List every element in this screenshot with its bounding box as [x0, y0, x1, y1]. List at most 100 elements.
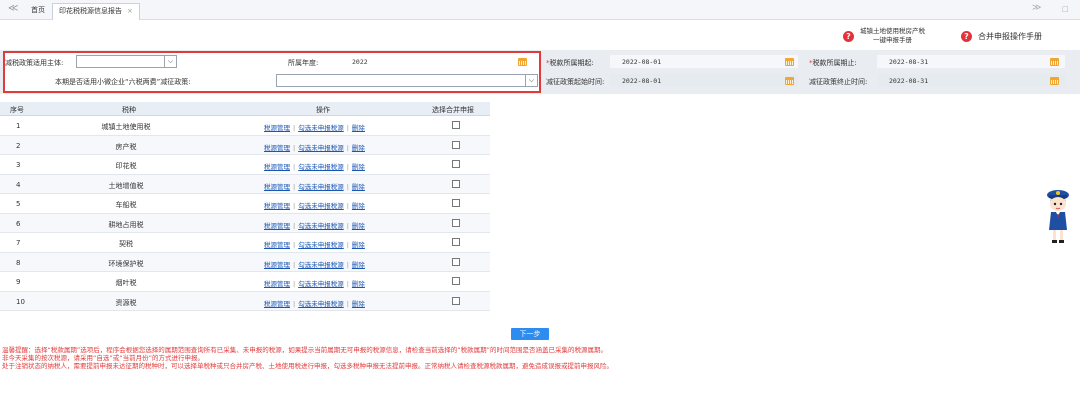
note-line: 处于注销状态的纳税人，需要提前申报未达征期的税种时，可以选择单税种或只合并房产税… [2, 362, 613, 370]
select-unfiled-sources-link[interactable]: 勾选未申报税源 [298, 280, 344, 288]
calendar-icon [785, 77, 794, 85]
merge-checkbox[interactable] [452, 121, 460, 129]
select-unfiled-sources-link[interactable]: 勾选未申报税源 [298, 261, 344, 269]
reminder-notes: 温馨提醒：选择“税款属期”选项后，程序会根据您选择的属期范围查询所有已采集、未申… [2, 346, 1077, 370]
manage-tax-source-link[interactable]: 税源管理 [264, 183, 290, 191]
land-property-manual-link[interactable]: ? 城镇土地使用税房产税 一键申报手册 [843, 27, 925, 45]
table-header: 序号 税种 操作 选择合并申报 [0, 102, 490, 116]
select-unfiled-sources-link[interactable]: 勾选未申报税源 [298, 183, 344, 191]
merge-checkbox[interactable] [452, 238, 460, 246]
delete-link[interactable]: 删除 [352, 163, 365, 171]
select-unfiled-sources-link[interactable]: 勾选未申报税源 [298, 222, 344, 230]
period-start-label: *税款所属期起: [546, 59, 594, 67]
delete-link[interactable]: 删除 [352, 202, 365, 210]
tax-type-name: 城镇土地使用税 [101, 123, 151, 131]
merge-checkbox[interactable] [452, 277, 460, 285]
row-operations: 税源管理 | 勾选未申报税源 | 删除 [264, 298, 365, 308]
calendar-icon[interactable] [518, 58, 527, 66]
tax-type-name: 资源税 [115, 298, 137, 307]
tab-home[interactable]: 首页 [25, 3, 51, 19]
tax-type-name: 房产税 [115, 142, 137, 151]
tax-type-name: 烟叶税 [115, 279, 137, 287]
tab-stamp-tax-report[interactable]: 印花税税源信息报告 × [52, 3, 140, 20]
window-icon[interactable]: □ [1062, 5, 1069, 13]
separator: | [346, 202, 349, 210]
assistant-avatar-icon[interactable] [1045, 188, 1071, 244]
manage-tax-source-link[interactable]: 税源管理 [264, 144, 290, 152]
manage-tax-source-link[interactable]: 税源管理 [264, 222, 290, 230]
table-row: 6 耕地占用税 税源管理 | 勾选未申报税源 | 删除 [0, 213, 490, 233]
relief-start-label: 减征政策起始时间: [546, 78, 605, 86]
row-number: 4 [16, 180, 21, 189]
manage-tax-source-link[interactable]: 税源管理 [264, 300, 290, 308]
row-number: 2 [16, 141, 21, 150]
select-unfiled-sources-link[interactable]: 勾选未申报税源 [298, 124, 344, 132]
merge-report-manual-link[interactable]: ? 合并申报操作手册 [961, 31, 1042, 42]
merge-checkbox[interactable] [452, 218, 460, 227]
select-unfiled-sources-link[interactable]: 勾选未申报税源 [298, 300, 344, 308]
merge-checkbox[interactable] [452, 199, 460, 207]
calendar-icon[interactable] [785, 58, 794, 66]
separator: | [346, 299, 349, 308]
relief-start-value: 2022-08-01 [622, 77, 662, 85]
table-row: 5 车船税 税源管理 | 勾选未申报税源 | 删除 [0, 194, 490, 214]
tax-type-name: 环境保护税 [108, 259, 144, 268]
select-unfiled-sources-link[interactable]: 勾选未申报税源 [298, 241, 344, 249]
chevron-down-icon: ⌵ [164, 56, 176, 67]
delete-link[interactable]: 删除 [352, 222, 365, 230]
separator: | [293, 124, 296, 132]
delete-link[interactable]: 删除 [352, 183, 365, 191]
tab-stamp-tax-label: 印花税税源信息报告 [59, 7, 122, 15]
merge-checkbox[interactable] [452, 140, 460, 149]
relief-subject-select[interactable]: ⌵ [76, 55, 177, 68]
manage-tax-source-link[interactable]: 税源管理 [264, 202, 290, 210]
delete-link[interactable]: 删除 [352, 124, 365, 132]
manage-tax-source-link[interactable]: 税源管理 [264, 163, 290, 171]
col-header-no: 序号 [10, 106, 24, 114]
separator: | [293, 260, 296, 269]
separator: | [293, 202, 296, 210]
delete-link[interactable]: 删除 [352, 300, 365, 308]
row-number: 8 [16, 258, 21, 267]
delete-link[interactable]: 删除 [352, 261, 365, 269]
col-header-ops: 操作 [316, 106, 330, 114]
calendar-icon[interactable] [1050, 58, 1059, 66]
relief-subject-label: 减税政策适用主体: [5, 59, 64, 67]
select-unfiled-sources-link[interactable]: 勾选未申报税源 [298, 202, 344, 210]
six-taxes-select[interactable]: ⌵ [276, 74, 538, 87]
row-operations: 税源管理 | 勾选未申报税源 | 删除 [264, 259, 365, 269]
table-row: 4 土地增值税 税源管理 | 勾选未申报税源 | 删除 [0, 174, 490, 194]
tab-bar: ≪ 首页 印花税税源信息报告 × ≫ □ [0, 0, 1080, 20]
merge-checkbox[interactable] [452, 296, 460, 305]
table-row: 8 环境保护税 税源管理 | 勾选未申报税源 | 删除 [0, 252, 490, 272]
separator: | [293, 182, 296, 191]
delete-link[interactable]: 删除 [352, 280, 365, 288]
row-operations: 税源管理 | 勾选未申报税源 | 删除 [264, 239, 365, 249]
select-unfiled-sources-link[interactable]: 勾选未申报税源 [298, 144, 344, 152]
manage-tax-source-link[interactable]: 税源管理 [264, 261, 290, 269]
delete-link[interactable]: 删除 [352, 144, 365, 152]
calendar-icon [1050, 77, 1059, 85]
separator: | [293, 221, 296, 230]
manage-tax-source-link[interactable]: 税源管理 [264, 241, 290, 249]
merge-checkbox[interactable] [452, 257, 460, 266]
manage-tax-source-link[interactable]: 税源管理 [264, 280, 290, 288]
close-icon[interactable]: × [127, 7, 133, 15]
separator: | [293, 299, 296, 308]
row-number: 9 [16, 278, 21, 286]
six-taxes-label: 本期是否适用小微企业“六税两费”减征政策: [55, 78, 191, 86]
tax-type-name: 耕地占用税 [108, 220, 144, 229]
select-unfiled-sources-link[interactable]: 勾选未申报税源 [298, 163, 344, 171]
tab-scroll-right-icon[interactable]: ≫ [1032, 3, 1041, 13]
next-step-button[interactable]: 下一步 [511, 328, 549, 340]
row-operations: 税源管理 | 勾选未申报税源 | 删除 [264, 220, 365, 230]
tab-scroll-left-icon[interactable]: ≪ [8, 3, 18, 14]
relief-end-value: 2022-08-31 [889, 77, 929, 85]
separator: | [293, 241, 296, 249]
manage-tax-source-link[interactable]: 税源管理 [264, 124, 290, 132]
merge-checkbox[interactable] [452, 160, 460, 168]
delete-link[interactable]: 删除 [352, 241, 365, 249]
relief-end-label: 减征政策终止时间: [809, 78, 868, 86]
merge-checkbox[interactable] [452, 179, 460, 188]
table-row: 9 烟叶税 税源管理 | 勾选未申报税源 | 删除 [0, 272, 490, 292]
